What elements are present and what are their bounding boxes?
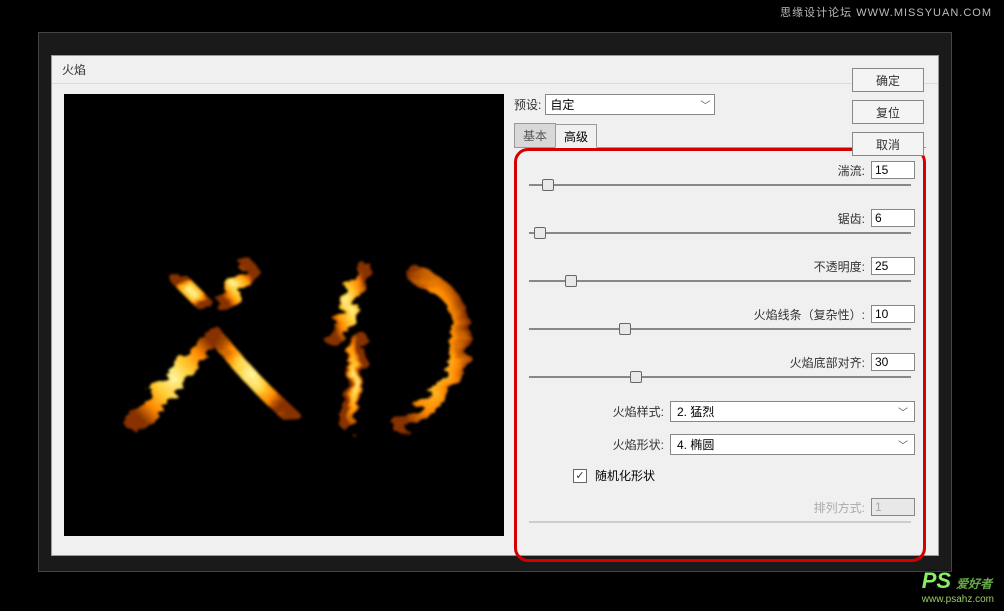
jag-label: 锯齿: [525,210,871,227]
tab-advanced[interactable]: 高级 [555,124,597,148]
preset-label: 预设: [514,96,541,113]
shape-select[interactable]: 4. 椭圆 ﹀ [670,434,915,455]
random-checkbox[interactable]: ✓ [573,469,587,483]
turbulence-slider[interactable] [529,181,911,201]
turbulence-label: 湍流: [525,162,871,179]
opacity-label: 不透明度: [525,258,871,275]
style-label: 火焰样式: [525,403,670,420]
preview-area [64,94,504,536]
tab-basic[interactable]: 基本 [514,123,556,147]
turbulence-input[interactable]: 15 [871,161,915,179]
preset-select[interactable]: 自定 ﹀ [545,94,715,115]
reset-button[interactable]: 复位 [852,100,924,124]
watermark-text: 爱好者 [956,577,992,591]
watermark-ps: PS [922,568,951,593]
cancel-button[interactable]: 取消 [852,132,924,156]
dialog-title: 火焰 [52,56,938,84]
opacity-slider[interactable] [529,277,911,297]
align-input[interactable]: 30 [871,353,915,371]
jag-input[interactable]: 6 [871,209,915,227]
complexity-label: 火焰线条（复杂性）: [525,306,871,323]
chevron-down-icon: ﹀ [700,97,710,112]
arrange-slider [529,518,911,538]
shape-value: 4. 椭圆 [677,436,714,453]
style-select[interactable]: 2. 猛烈 ﹀ [670,401,915,422]
watermark-bottom: PS 爱好者 www.psahz.com [922,568,994,605]
flame-dialog: 火焰 确定 复位 取消 [51,55,939,556]
ok-button[interactable]: 确定 [852,68,924,92]
jag-slider[interactable] [529,229,911,249]
complexity-slider[interactable] [529,325,911,345]
complexity-input[interactable]: 10 [871,305,915,323]
style-value: 2. 猛烈 [677,403,714,420]
opacity-input[interactable]: 25 [871,257,915,275]
shape-label: 火焰形状: [525,436,670,453]
chevron-down-icon: ﹀ [898,437,908,452]
align-label: 火焰底部对齐: [525,354,871,371]
watermark-top: 思缘设计论坛 WWW.MISSYUAN.COM [780,4,992,20]
preset-value: 自定 [550,96,574,113]
align-slider[interactable] [529,373,911,393]
random-label: 随机化形状 [595,467,655,484]
advanced-panel: 湍流: 15 锯齿: 6 不透明度: 25 火焰线条（复杂性）: 10 [514,148,926,562]
arrange-input: 1 [871,498,915,516]
arrange-label: 排列方式: [525,499,871,516]
watermark-url: www.psahz.com [922,594,994,605]
chevron-down-icon: ﹀ [898,404,908,419]
